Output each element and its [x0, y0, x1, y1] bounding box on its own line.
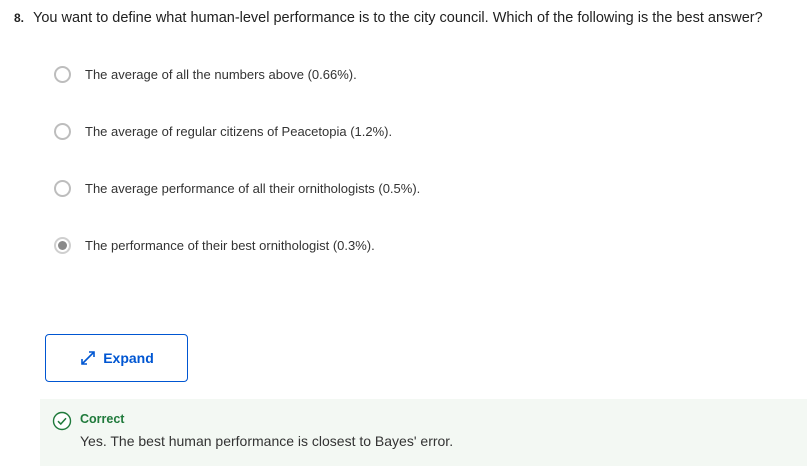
radio-button[interactable] [54, 65, 71, 83]
option-label: The average performance of all their orn… [85, 180, 421, 196]
answer-option-2[interactable]: The average of regular citizens of Peace… [54, 120, 392, 142]
answer-option-1[interactable]: The average of all the numbers above (0.… [54, 63, 357, 85]
radio-button[interactable] [54, 122, 71, 140]
expand-label: Expand [103, 350, 154, 366]
feedback-status: Correct [80, 412, 125, 426]
feedback-message: Yes. The best human performance is close… [80, 433, 454, 449]
radio-button-selected[interactable] [54, 236, 71, 254]
radio-button[interactable] [54, 179, 71, 197]
answer-option-4[interactable]: The performance of their best ornitholog… [54, 234, 375, 256]
expand-arrows-icon [79, 349, 97, 367]
expand-button[interactable]: Expand [45, 334, 188, 382]
option-label: The performance of their best ornitholog… [85, 237, 375, 253]
feedback-panel: Correct Yes. The best human performance … [40, 399, 807, 466]
question-text: You want to define what human-level perf… [33, 10, 763, 26]
question-header: 8. You want to define what human-level pe… [14, 8, 804, 28]
answer-option-3[interactable]: The average performance of all their orn… [54, 177, 420, 199]
question-number: 8. [14, 11, 25, 25]
option-label: The average of all the numbers above (0.… [85, 66, 357, 82]
check-circle-icon [52, 411, 72, 431]
option-label: The average of regular citizens of Peace… [85, 123, 393, 139]
